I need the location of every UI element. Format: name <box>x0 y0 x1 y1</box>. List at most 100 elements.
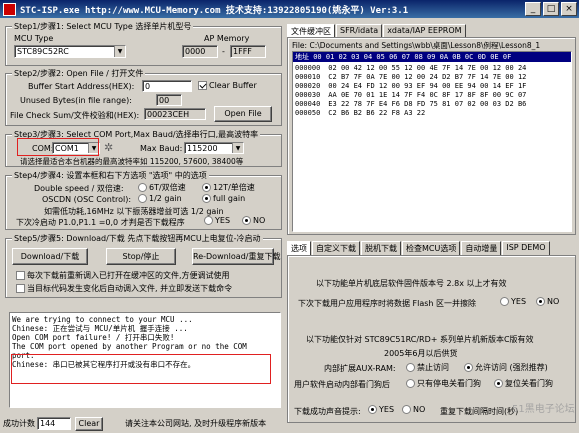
step5-group: Step5/步骤5: Download/下载 先点下载按钮再MCU上电复位-冷启… <box>5 233 282 298</box>
tab-auto-increment[interactable]: 自动增量 <box>461 241 502 256</box>
hex-row-bytes: 00 24 E4 FD 12 00 93 EF 94 00 EE 94 00 1… <box>328 82 527 90</box>
oscdn-label: OSCDN (OSC Control): <box>42 195 132 204</box>
radio-p10-yes[interactable]: YES <box>204 216 230 225</box>
hex-row-address: 000050 <box>295 109 321 117</box>
hex-row-address: 000030 <box>295 91 321 99</box>
date-note: 2005年6月以后供货 <box>384 349 458 358</box>
radio-full-gain[interactable]: full gain <box>202 194 245 203</box>
hex-row-address: 000040 <box>295 100 321 108</box>
radio-icon <box>202 183 211 192</box>
options-panel: 以下功能单片机底层软件固件版本号 2.8x 以上才有效 下次下载用户应用程序时将… <box>287 255 576 423</box>
radio-aux-disable-label: 禁止访问 <box>417 363 449 372</box>
reload-before-download-label: 每次下载前重新调入已打开在缓冲区的文件,方便调试使用 <box>27 271 230 280</box>
sound-label: 下载成功声音提示: <box>294 407 361 416</box>
firmware-note: 以下功能单片机底层软件固件版本号 2.8x 以上才有效 <box>316 279 507 288</box>
reload-before-download-checkbox[interactable]: 每次下载前重新调入已打开在缓冲区的文件,方便调试使用 <box>16 270 230 281</box>
radio-icon <box>536 297 545 306</box>
radio-12t[interactable]: 12T/单倍速 <box>202 182 255 193</box>
tab-offline-download[interactable]: 脱机下载 <box>361 241 401 256</box>
log-line: The COM port opened by another Program o… <box>12 342 247 351</box>
radio-p10-no-label: NO <box>253 216 266 225</box>
mcu-type-label: MCU Type <box>14 34 54 43</box>
buffer-start-input[interactable]: 0 <box>142 80 192 92</box>
series-note: 以下功能仅针对 STC89C51RC/RD+ 系列单片机新版本C版有效 <box>306 335 534 344</box>
log-line: Chinese: 正在尝试与 MCU/单片机 握手连接 ... <box>12 324 188 333</box>
stop-button[interactable]: Stop/停止 <box>106 248 176 265</box>
radio-erase-yes-label: YES <box>511 297 527 306</box>
tab-check-mcu[interactable]: 检查MCU选项 <box>402 241 461 256</box>
max-baud-select[interactable]: 115200 ▼ <box>184 142 244 154</box>
p10-download-label: 下次冷启动 P1.0,P1.1 =0,0 才判是否下载程序 <box>16 218 185 227</box>
radio-half-gain[interactable]: 1/2 gain <box>138 194 182 203</box>
hex-row-address: 000000 <box>295 64 321 72</box>
log-line: We are trying to connect to your MCU ... <box>12 315 193 324</box>
hex-row: 000020 00 24 E4 FD 12 00 93 EF 94 00 EE 9… <box>295 82 569 91</box>
redownload-button[interactable]: Re-Download/重复下载 <box>192 248 280 265</box>
forum-watermark: 51黑电子论坛 <box>512 404 575 415</box>
step5-legend: Step5/步骤5: Download/下载 先点下载按钮再MCU上电复位-冷启… <box>12 233 263 244</box>
close-button[interactable]: × <box>561 2 577 16</box>
radio-icon <box>402 405 411 414</box>
chevron-down-icon[interactable]: ▼ <box>232 143 243 153</box>
radio-sound-no-label: NO <box>413 405 426 414</box>
hex-row-bytes: C2 B7 7F 0A 7E 00 12 00 24 D2 B7 7F 14 7… <box>328 73 527 81</box>
maximize-button[interactable]: □ <box>543 2 559 16</box>
auto-reload-checkbox[interactable]: 当目标代码发生变化后自动调入文件, 并立即发送下载命令 <box>16 283 232 294</box>
hex-row: 000030 AA 0E 70 01 1E 14 7F F4 0C 8F 17 8… <box>295 91 569 100</box>
radio-watchdog-reset[interactable]: 复位关看门狗 <box>494 378 553 389</box>
radio-icon <box>138 183 147 192</box>
hex-row: 000010 C2 B7 7F 0A 7E 00 12 00 24 D2 B7 7… <box>295 73 569 82</box>
window-title: STC-ISP.exe http://www.MCU-Memory.com 技术… <box>20 5 409 16</box>
gear-icon[interactable]: ✲ <box>104 141 113 154</box>
mcu-type-select[interactable]: STC89C52RC ▼ <box>14 45 126 58</box>
max-baud-label: Max Baud: <box>140 144 183 153</box>
unused-bytes-label: Unused Bytes(in file range): <box>20 96 132 105</box>
radio-icon <box>204 216 213 225</box>
radio-watchdog-poweroff-label: 只有停电关看门狗 <box>417 379 481 388</box>
annotation-box-com <box>17 138 99 156</box>
radio-full-gain-label: full gain <box>213 194 246 203</box>
download-button[interactable]: Download/下载 <box>12 248 88 265</box>
success-count-label: 成功计数 <box>3 419 35 428</box>
minimize-button[interactable]: _ <box>525 2 541 16</box>
tab-options[interactable]: 选项 <box>287 241 311 256</box>
hex-row: 000040 E3 22 78 7F E4 F6 D8 FD 75 81 07 0… <box>295 100 569 109</box>
radio-icon <box>406 379 415 388</box>
step4-group: Step4/步骤4: 设置本框和右下方选项 "选项" 中的选项 Double s… <box>5 170 282 230</box>
clear-buffer-checkbox[interactable]: Clear Buffer <box>198 81 257 90</box>
option-tabs: 选项 自定义下载 脱机下载 检查MCU选项 自动增量 ISP DEMO <box>287 241 551 256</box>
app-icon <box>3 2 16 16</box>
hex-row-bytes: E3 22 78 7F E4 F6 D8 FD 75 81 07 02 00 0… <box>328 100 527 108</box>
radio-6t-label: 6T/双倍速 <box>149 183 186 192</box>
step2-group: Step2/步骤2: Open File / 打开文件 Buffer Start… <box>5 68 282 126</box>
hex-row: 000050 C2 B6 B2 B6 22 F8 A3 22 <box>295 109 569 118</box>
open-file-button[interactable]: Open File <box>214 106 272 122</box>
auto-reload-label: 当目标代码发生变化后自动调入文件, 并立即发送下载命令 <box>27 284 233 293</box>
tab-isp-demo[interactable]: ISP DEMO <box>502 241 550 256</box>
radio-erase-yes[interactable]: YES <box>500 297 526 306</box>
unused-bytes-field: 00 <box>156 94 182 106</box>
radio-icon <box>242 216 251 225</box>
radio-erase-no[interactable]: NO <box>536 297 559 306</box>
radio-sound-no[interactable]: NO <box>402 405 425 414</box>
tab-custom-download[interactable]: 自定义下载 <box>312 241 360 256</box>
radio-12t-label: 12T/单倍速 <box>213 183 255 192</box>
hex-dump[interactable]: 地址 00 01 02 03 04 05 06 07 08 09 0A 0B 0… <box>292 51 572 232</box>
radio-sound-yes[interactable]: YES <box>368 405 394 414</box>
checksum-field: 00023CEH <box>144 108 206 120</box>
hex-row-address: 000010 <box>295 73 321 81</box>
ap-start-field: 0000 <box>182 45 218 58</box>
radio-watchdog-poweroff[interactable]: 只有停电关看门狗 <box>406 378 481 389</box>
hex-row-bytes: AA 0E 70 01 1E 14 7F F4 0C 8F 17 8F 8F 0… <box>328 91 527 99</box>
title-bar[interactable]: STC-ISP.exe http://www.MCU-Memory.com 技术… <box>0 0 579 18</box>
ap-end-field: 1FFF <box>230 45 266 58</box>
radio-erase-no-label: NO <box>547 297 560 306</box>
radio-6t[interactable]: 6T/双倍速 <box>138 182 186 193</box>
chevron-down-icon[interactable]: ▼ <box>114 46 125 57</box>
clear-count-button[interactable]: Clear <box>75 416 103 431</box>
step2-legend: Step2/步骤2: Open File / 打开文件 <box>12 68 146 79</box>
radio-p10-no[interactable]: NO <box>242 216 265 225</box>
radio-icon <box>494 379 503 388</box>
radio-aux-disable[interactable]: 禁止访问 <box>406 362 449 373</box>
radio-aux-enable[interactable]: 允许访问 (强烈推荐) <box>464 362 548 373</box>
